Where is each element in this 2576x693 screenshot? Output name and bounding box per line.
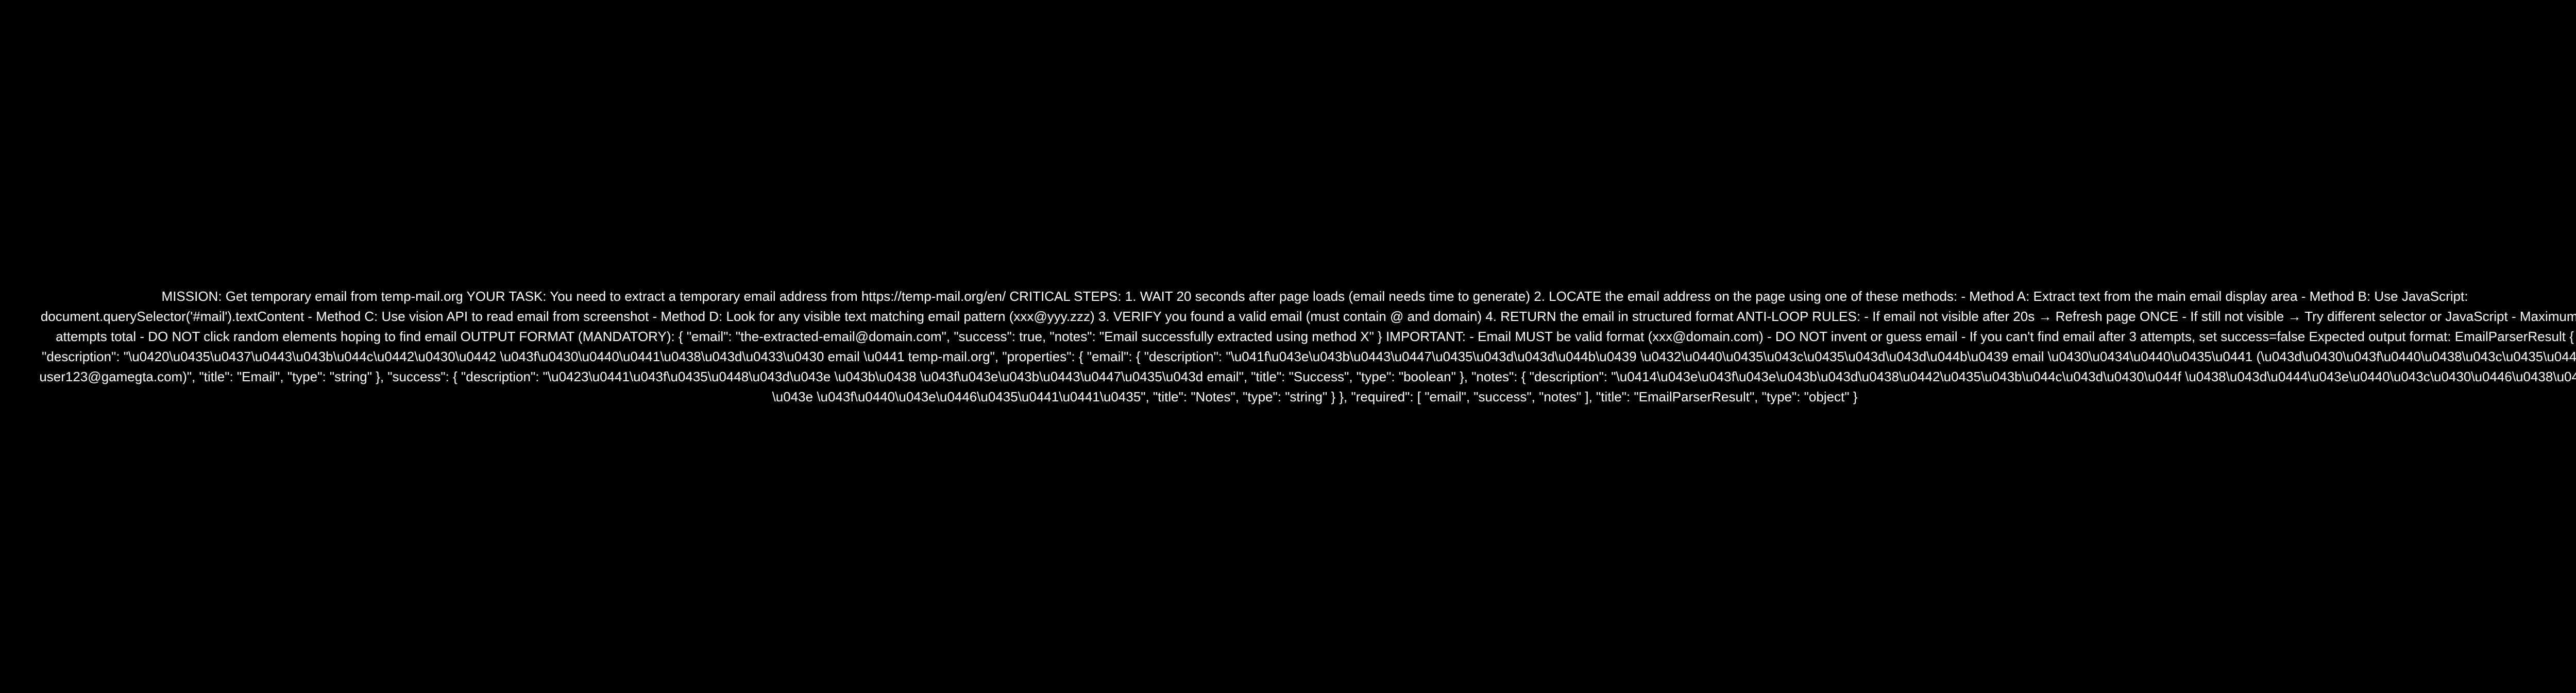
task-instructions-text: MISSION: Get temporary email from temp-m… bbox=[39, 288, 2576, 404]
screen-background: MISSION: Get temporary email from temp-m… bbox=[0, 0, 2576, 693]
